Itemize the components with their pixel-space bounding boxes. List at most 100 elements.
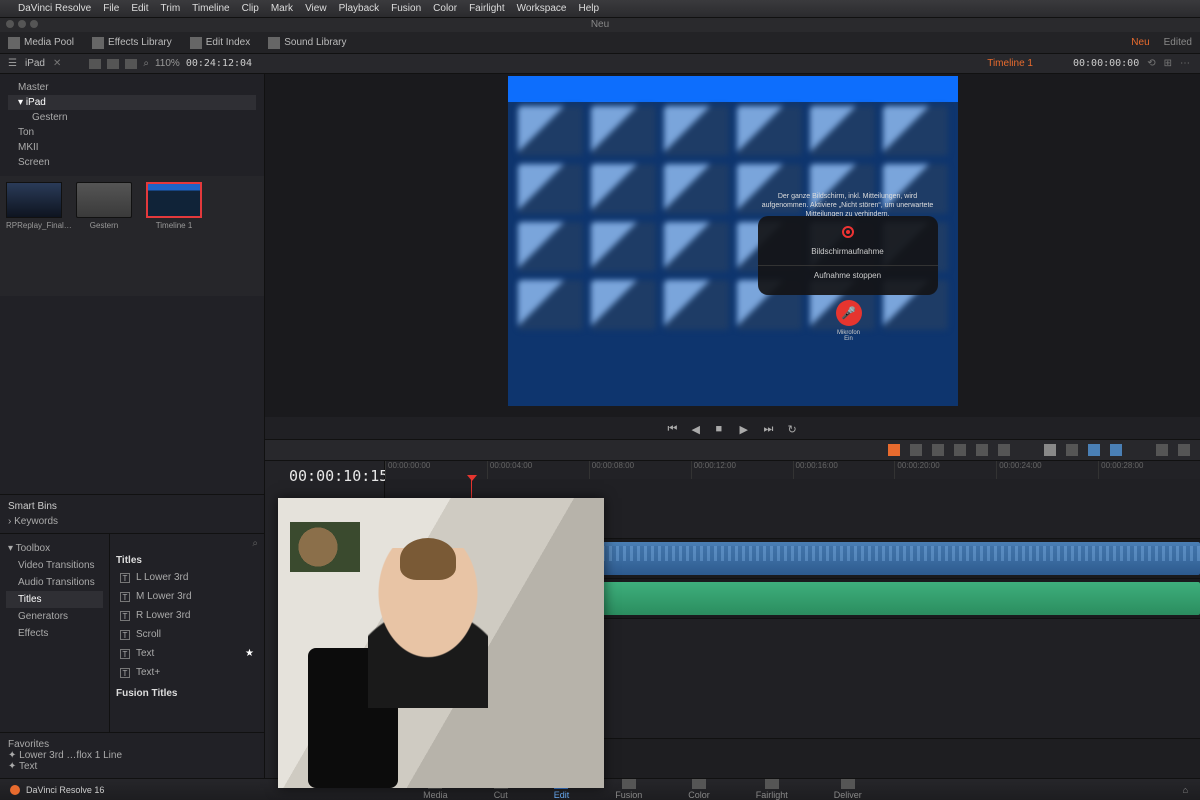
viewer-timecode: 00:00:00:00 [1073,58,1139,69]
view-thumb-icon[interactable] [107,59,119,69]
sound-icon [268,37,280,49]
menu-help[interactable]: Help [578,3,599,14]
home-icon[interactable]: ⌂ [1171,785,1200,795]
menu-trim[interactable]: Trim [161,3,181,14]
menu-timeline[interactable]: Timeline [192,3,229,14]
media-pool-toggle[interactable]: Media Pool [8,37,74,49]
next-clip-icon[interactable]: ⏭ [764,423,774,433]
favorite-item[interactable]: ✦ Lower 3rd …flox 1 Line [8,750,256,761]
panel-options-icon[interactable]: ☰ [8,58,17,69]
fx-generators[interactable]: Generators [6,608,103,625]
thumb-clip[interactable]: RPReplay_Final… [6,182,62,230]
replace-icon[interactable] [998,444,1010,456]
effects-tree: ▾ Toolbox Video Transitions Audio Transi… [0,534,110,732]
page-color[interactable]: Color [688,779,710,800]
close-bin-icon[interactable]: ✕ [53,58,61,69]
program-viewer[interactable]: Der ganze Bildschirm, inkl. Mitteilungen… [265,74,1200,407]
step-back-icon[interactable]: ◀ [692,423,702,433]
thumb-folder[interactable]: Gestern [76,182,132,230]
window-titlebar: Neu [0,18,1200,32]
flag-icon[interactable] [1110,444,1122,456]
title-item[interactable]: TL Lower 3rd [116,568,258,587]
bin-master[interactable]: Master [8,80,256,95]
project-tab-inactive[interactable]: Edited [1164,37,1192,48]
bin-screen[interactable]: Screen [8,155,256,170]
trim-tool-icon[interactable] [910,444,922,456]
viewer-options-icon[interactable]: ⊞ [1164,58,1172,69]
overwrite-icon[interactable] [976,444,988,456]
viewer-content: Der ganze Bildschirm, inkl. Mitteilungen… [508,76,958,406]
fx-toolbox[interactable]: ▾ Toolbox [6,540,103,557]
menu-edit[interactable]: Edit [131,3,148,14]
title-item[interactable]: TText+ [116,663,258,682]
bin-mkii[interactable]: MKII [8,140,256,155]
page-fairlight[interactable]: Fairlight [756,779,788,800]
link-icon[interactable] [1044,444,1056,456]
fx-video-transitions[interactable]: Video Transitions [6,557,103,574]
snap-icon[interactable] [1066,444,1078,456]
breadcrumb[interactable]: iPad [25,58,45,69]
fx-search-icon[interactable]: ⌕ [116,538,258,549]
stop-icon[interactable]: ■ [716,423,726,433]
prev-clip-icon[interactable]: ⏮ [668,423,678,433]
bin-ton[interactable]: Ton [8,125,256,140]
zoom-tool-icon[interactable] [1156,444,1168,456]
thumb-timeline[interactable]: Timeline 1 [146,182,202,230]
resolve-logo-icon [10,785,20,795]
sound-library-toggle[interactable]: Sound Library [268,37,346,49]
project-tab-active[interactable]: Neu [1131,37,1149,48]
title-item[interactable]: TScroll [116,625,258,644]
menu-clip[interactable]: Clip [242,3,259,14]
view-list-icon[interactable] [89,59,101,69]
marker-icon[interactable] [1088,444,1100,456]
menu-mark[interactable]: Mark [271,3,293,14]
dialog-stop: Aufnahme stoppen [758,265,938,285]
bin-tree: Master ▾ iPad Gestern Ton MKII Screen [0,74,264,176]
favorites-header: Favorites [8,739,256,750]
media-pool-icon [8,37,20,49]
timeline-name[interactable]: Timeline 1 [987,58,1073,69]
bypass-icon[interactable]: ⟲ [1147,58,1155,69]
favorite-item[interactable]: ✦ Text [8,761,256,772]
menu-workspace[interactable]: Workspace [517,3,567,14]
page-fusion[interactable]: Fusion [615,779,642,800]
fx-titles[interactable]: Titles [6,591,103,608]
menu-fusion[interactable]: Fusion [391,3,421,14]
search-icon[interactable]: ⌕ [143,58,149,69]
menu-view[interactable]: View [305,3,327,14]
bin-ipad[interactable]: ▾ iPad [8,95,256,110]
timeline-toolbar [265,439,1200,461]
title-item[interactable]: TR Lower 3rd [116,606,258,625]
menu-color[interactable]: Color [433,3,457,14]
edit-index-toggle[interactable]: Edit Index [190,37,250,49]
play-icon[interactable]: ▶ [740,423,750,433]
window-title: Neu [591,19,609,30]
title-item[interactable]: TText★ [116,644,258,663]
smart-bin-keywords[interactable]: › Keywords [8,516,256,527]
timeline-timecode: 00:00:10:15 [289,467,388,485]
app-name[interactable]: DaVinci Resolve [18,3,91,14]
menu-playback[interactable]: Playback [339,3,380,14]
zoom-level[interactable]: 110% [155,58,180,69]
viewer-scrubber[interactable] [265,407,1200,417]
loop-icon[interactable]: ↻ [788,423,798,433]
edit-index-icon [190,37,202,49]
menu-file[interactable]: File [103,3,119,14]
more-icon[interactable]: ⋯ [1180,58,1190,69]
fx-effects[interactable]: Effects [6,625,103,642]
effects-list: ⌕ Titles TL Lower 3rd TM Lower 3rd TR Lo… [110,534,264,732]
insert-icon[interactable] [954,444,966,456]
page-deliver[interactable]: Deliver [834,779,862,800]
options-icon[interactable] [1178,444,1190,456]
menu-fairlight[interactable]: Fairlight [469,3,505,14]
blade-tool-icon[interactable] [932,444,944,456]
title-item[interactable]: TM Lower 3rd [116,587,258,606]
traffic-lights[interactable] [6,20,38,28]
bin-gestern[interactable]: Gestern [8,110,256,125]
macos-menubar[interactable]: DaVinci Resolve File Edit Trim Timeline … [0,0,1200,18]
fx-audio-transitions[interactable]: Audio Transitions [6,574,103,591]
effects-library-toggle[interactable]: Effects Library [92,37,172,49]
selection-tool-icon[interactable] [888,444,900,456]
timeline-ruler[interactable]: 00:00:00:00 00:00:04:00 00:00:08:00 00:0… [385,461,1200,479]
view-sort-icon[interactable] [125,59,137,69]
